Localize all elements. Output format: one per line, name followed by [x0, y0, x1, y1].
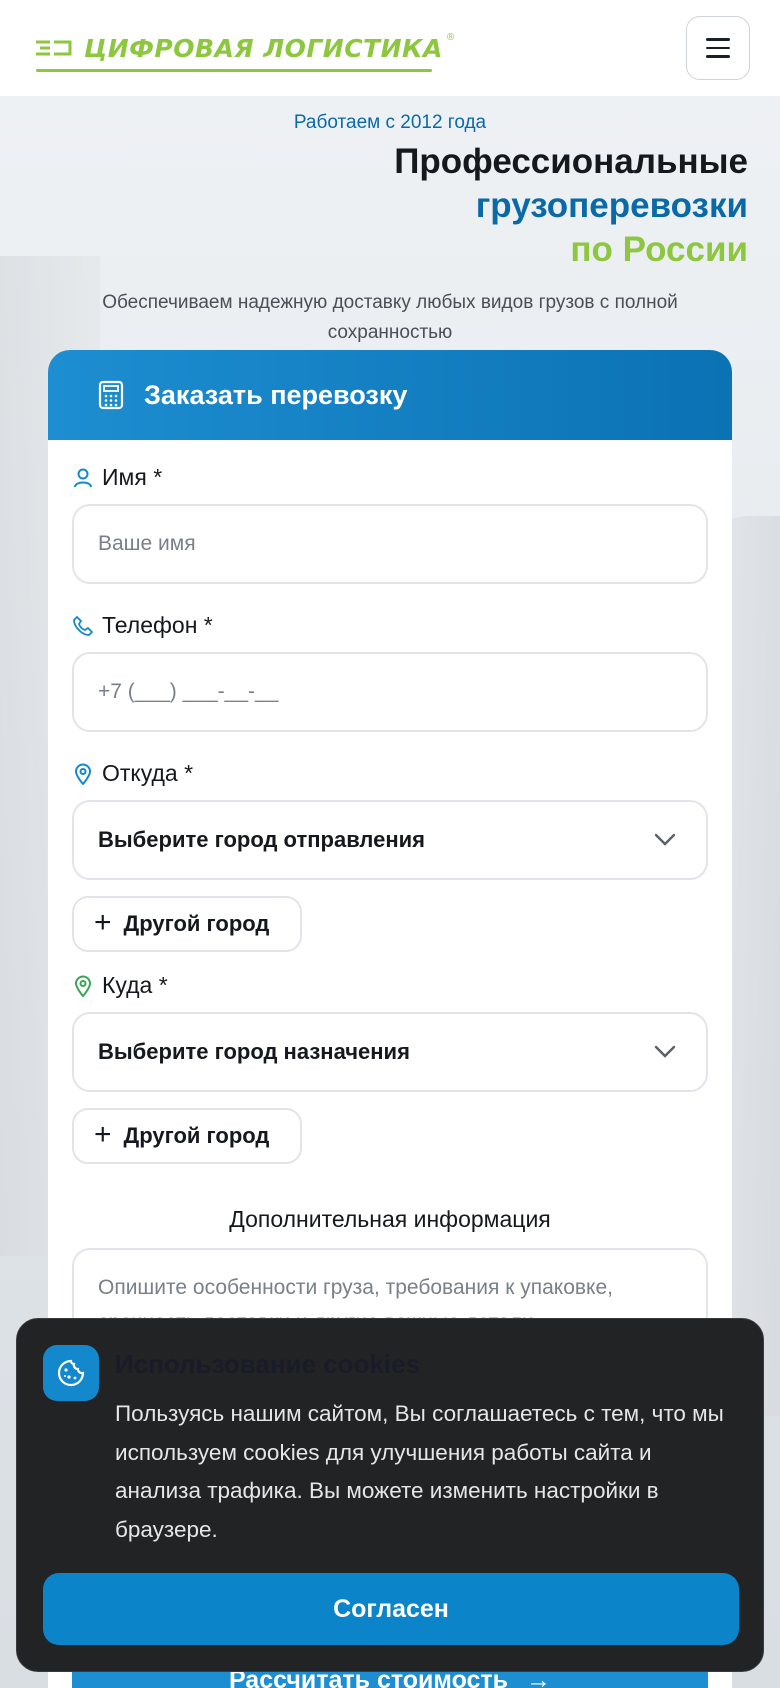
plus-icon: + — [94, 905, 112, 939]
to-other-city-button[interactable]: + Другой город — [72, 1108, 302, 1164]
phone-input[interactable]: +7 (___) ___-__-__ — [72, 652, 708, 732]
name-label: Имя * — [72, 464, 162, 491]
to-city-select-value: Выберите город назначения — [98, 1039, 410, 1064]
order-form-title: Заказать перевозку — [144, 379, 408, 410]
chevron-down-icon — [654, 833, 676, 846]
site-header: ЦИФРОВАЯ ЛОГИСТИКА ® — [0, 0, 780, 96]
from-city-select[interactable]: Выберите город отправления — [72, 800, 708, 880]
name-input[interactable]: Ваше имя — [72, 504, 708, 584]
from-label: Откуда * — [72, 760, 193, 787]
map-pin-icon — [74, 975, 92, 997]
hero-title-line2: грузоперевозки — [475, 186, 748, 225]
registered-mark: ® — [446, 32, 455, 43]
cookie-banner: Использование cookies Пользуясь нашим са… — [16, 1318, 764, 1672]
cookie-title: Использование cookies — [115, 1349, 421, 1379]
cookie-accept-button[interactable]: Согласен — [43, 1573, 739, 1645]
plus-icon: + — [94, 1117, 112, 1151]
to-city-select[interactable]: Выберите город назначения — [72, 1012, 708, 1092]
to-label-text: Куда * — [102, 972, 168, 998]
phone-label-text: Телефон * — [102, 612, 213, 638]
from-city-select-value: Выберите город отправления — [98, 827, 425, 852]
logo-underline — [36, 69, 432, 72]
phone-icon — [73, 615, 93, 636]
map-pin-icon — [74, 763, 92, 785]
order-form-header: Заказать перевозку — [48, 350, 732, 440]
phone-label: Телефон * — [72, 612, 213, 639]
calculator-icon — [98, 380, 124, 410]
from-other-city-button[interactable]: + Другой город — [72, 896, 302, 952]
hamburger-icon — [706, 38, 730, 41]
to-other-city-label: Другой город — [123, 1123, 270, 1148]
truck-speed-icon — [36, 40, 72, 56]
hero-title-line1: Профессиональные — [394, 142, 748, 181]
hero-subtitle: Обеспечиваем надежную доставку любых вид… — [102, 292, 678, 343]
hero-title-line3: по России — [570, 230, 748, 269]
from-label-text: Откуда * — [102, 760, 194, 786]
since-label: Работаем с 2012 года — [293, 112, 487, 133]
to-label: Куда * — [72, 972, 168, 999]
logo[interactable]: ЦИФРОВАЯ ЛОГИСТИКА ® — [36, 28, 455, 72]
name-label-text: Имя * — [102, 464, 163, 490]
chevron-down-icon — [654, 1045, 676, 1058]
cookie-icon — [43, 1345, 99, 1401]
from-other-city-label: Другой город — [123, 911, 270, 936]
cookie-text: Пользуясь нашим сайтом, Вы соглашаетесь … — [115, 1401, 724, 1542]
user-icon — [74, 468, 92, 487]
logo-text: ЦИФРОВАЯ ЛОГИСТИКА — [84, 33, 443, 63]
menu-button[interactable] — [686, 16, 750, 80]
extra-info-title: Дополнительная информация — [229, 1206, 551, 1232]
